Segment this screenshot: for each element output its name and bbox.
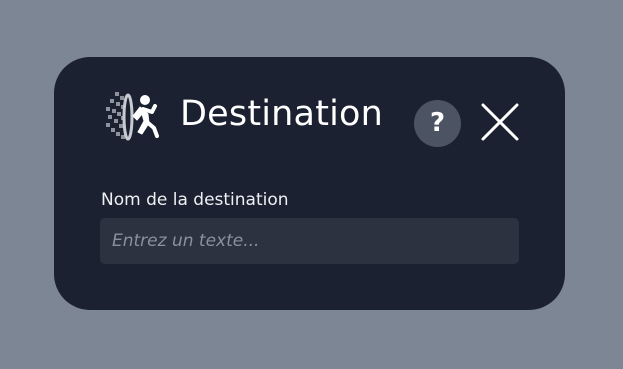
portal-runner-icon: [104, 90, 160, 144]
close-icon: [481, 103, 519, 141]
close-button[interactable]: [480, 102, 520, 142]
help-button[interactable]: ?: [414, 100, 461, 147]
destination-name-input[interactable]: [100, 218, 519, 264]
dialog-title: Destination: [180, 94, 384, 134]
destination-dialog: Destination ? Nom de la destination: [54, 57, 565, 310]
destination-name-label: Nom de la destination: [101, 190, 289, 210]
